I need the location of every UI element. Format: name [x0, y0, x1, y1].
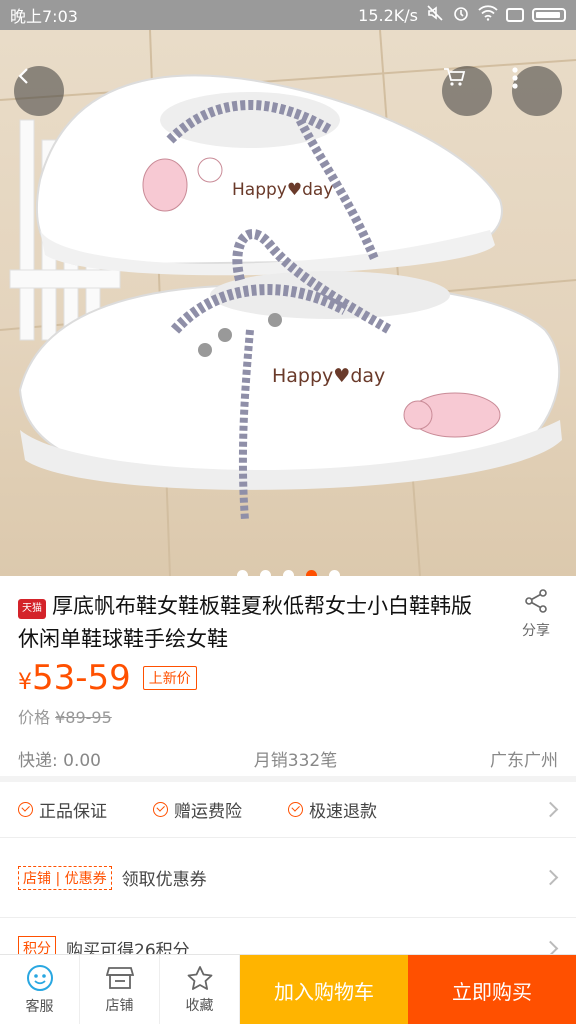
- back-button[interactable]: [14, 66, 64, 116]
- status-time: 晚上7:03: [10, 7, 78, 26]
- service-item: 赠运费险: [153, 797, 242, 822]
- carousel-dot[interactable]: [282, 570, 294, 576]
- buy-now-button[interactable]: 立即购买: [408, 955, 576, 1024]
- mute-icon: [426, 4, 444, 26]
- carousel-dot[interactable]: [328, 570, 340, 576]
- chevron-right-icon: [542, 869, 559, 886]
- check-circle-icon: [153, 802, 168, 817]
- share-button[interactable]: 分享: [514, 588, 558, 640]
- shoe-text-back: Happy♥day: [232, 180, 333, 200]
- customer-service-label: 客服: [25, 999, 54, 1015]
- check-circle-icon: [288, 802, 303, 817]
- service-item: 正品保证: [18, 797, 107, 822]
- more-vertical-icon: [512, 67, 518, 89]
- coupon-tag: 店铺 | 优惠券: [18, 865, 112, 890]
- sim-icon: [506, 8, 524, 22]
- shoe-text-front: Happy♥day: [272, 365, 385, 387]
- original-price: 价格 ¥89-95: [18, 708, 112, 727]
- shipping-fee: 快递: 0.00: [18, 751, 101, 771]
- favorite-button[interactable]: 收藏: [160, 955, 240, 1024]
- status-bar: 晚上7:03 15.2K/s: [0, 0, 576, 30]
- product-image-carousel[interactable]: Happy♥day Happy♥day: [0, 30, 576, 576]
- service-guarantees-row[interactable]: 正品保证 赠运费险 极速退款: [0, 782, 576, 838]
- more-button[interactable]: [512, 66, 562, 116]
- share-icon: [525, 589, 547, 613]
- tmall-badge: 天猫: [18, 599, 46, 619]
- wifi-icon: [478, 5, 498, 25]
- coupon-row[interactable]: 店铺 | 优惠券 领取优惠券: [0, 838, 576, 918]
- carousel-dots: [0, 570, 576, 576]
- service-item: 极速退款: [288, 797, 377, 822]
- bottom-action-bar: 客服 店铺 收藏 加入购物车 立即购买: [0, 954, 576, 1024]
- current-price: ¥53-59: [18, 658, 131, 698]
- carousel-dot[interactable]: [236, 570, 248, 576]
- check-circle-icon: [18, 802, 33, 817]
- alarm-icon: [452, 4, 470, 26]
- ship-location: 广东广州: [490, 751, 558, 771]
- coupon-text: 领取优惠券: [121, 870, 207, 890]
- carousel-dot-active[interactable]: [305, 570, 317, 576]
- status-icons: 15.2K/s: [358, 4, 566, 26]
- product-title: 厚底帆布鞋女鞋板鞋夏秋低帮女士小白鞋韩版休闲单鞋球鞋手绘女鞋: [18, 594, 472, 651]
- customer-service-button[interactable]: 客服: [0, 955, 80, 1024]
- add-to-cart-button[interactable]: 加入购物车: [240, 955, 408, 1024]
- shop-label: 店铺: [105, 998, 134, 1014]
- share-label: 分享: [522, 623, 550, 639]
- star-icon: [187, 966, 212, 990]
- cart-button[interactable]: [442, 66, 492, 116]
- shop-icon: [105, 967, 134, 989]
- chevron-right-icon: [542, 801, 559, 818]
- cart-icon: [444, 68, 466, 86]
- network-speed: 15.2K/s: [358, 5, 418, 25]
- product-info: 天猫 厚底帆布鞋女鞋板鞋夏秋低帮女士小白鞋韩版休闲单鞋球鞋手绘女鞋 分享 ¥53-…: [0, 576, 576, 776]
- favorite-label: 收藏: [185, 998, 214, 1014]
- price-row: ¥53-59 上新价: [18, 658, 197, 698]
- carousel-dot[interactable]: [259, 570, 271, 576]
- meta-row: 快递: 0.00 月销332笔 广东广州: [18, 746, 558, 771]
- shop-button[interactable]: 店铺: [80, 955, 160, 1024]
- battery-icon: [532, 8, 566, 22]
- customer-service-icon: [26, 965, 53, 991]
- piggy-drawing-back: [142, 158, 188, 212]
- chevron-left-icon: [18, 68, 28, 84]
- product-title-row: 天猫 厚底帆布鞋女鞋板鞋夏秋低帮女士小白鞋韩版休闲单鞋球鞋手绘女鞋: [18, 590, 488, 656]
- new-price-tag: 上新价: [142, 666, 197, 690]
- product-photo: Happy♥day Happy♥day: [0, 30, 576, 576]
- monthly-sales: 月销332笔: [253, 751, 338, 771]
